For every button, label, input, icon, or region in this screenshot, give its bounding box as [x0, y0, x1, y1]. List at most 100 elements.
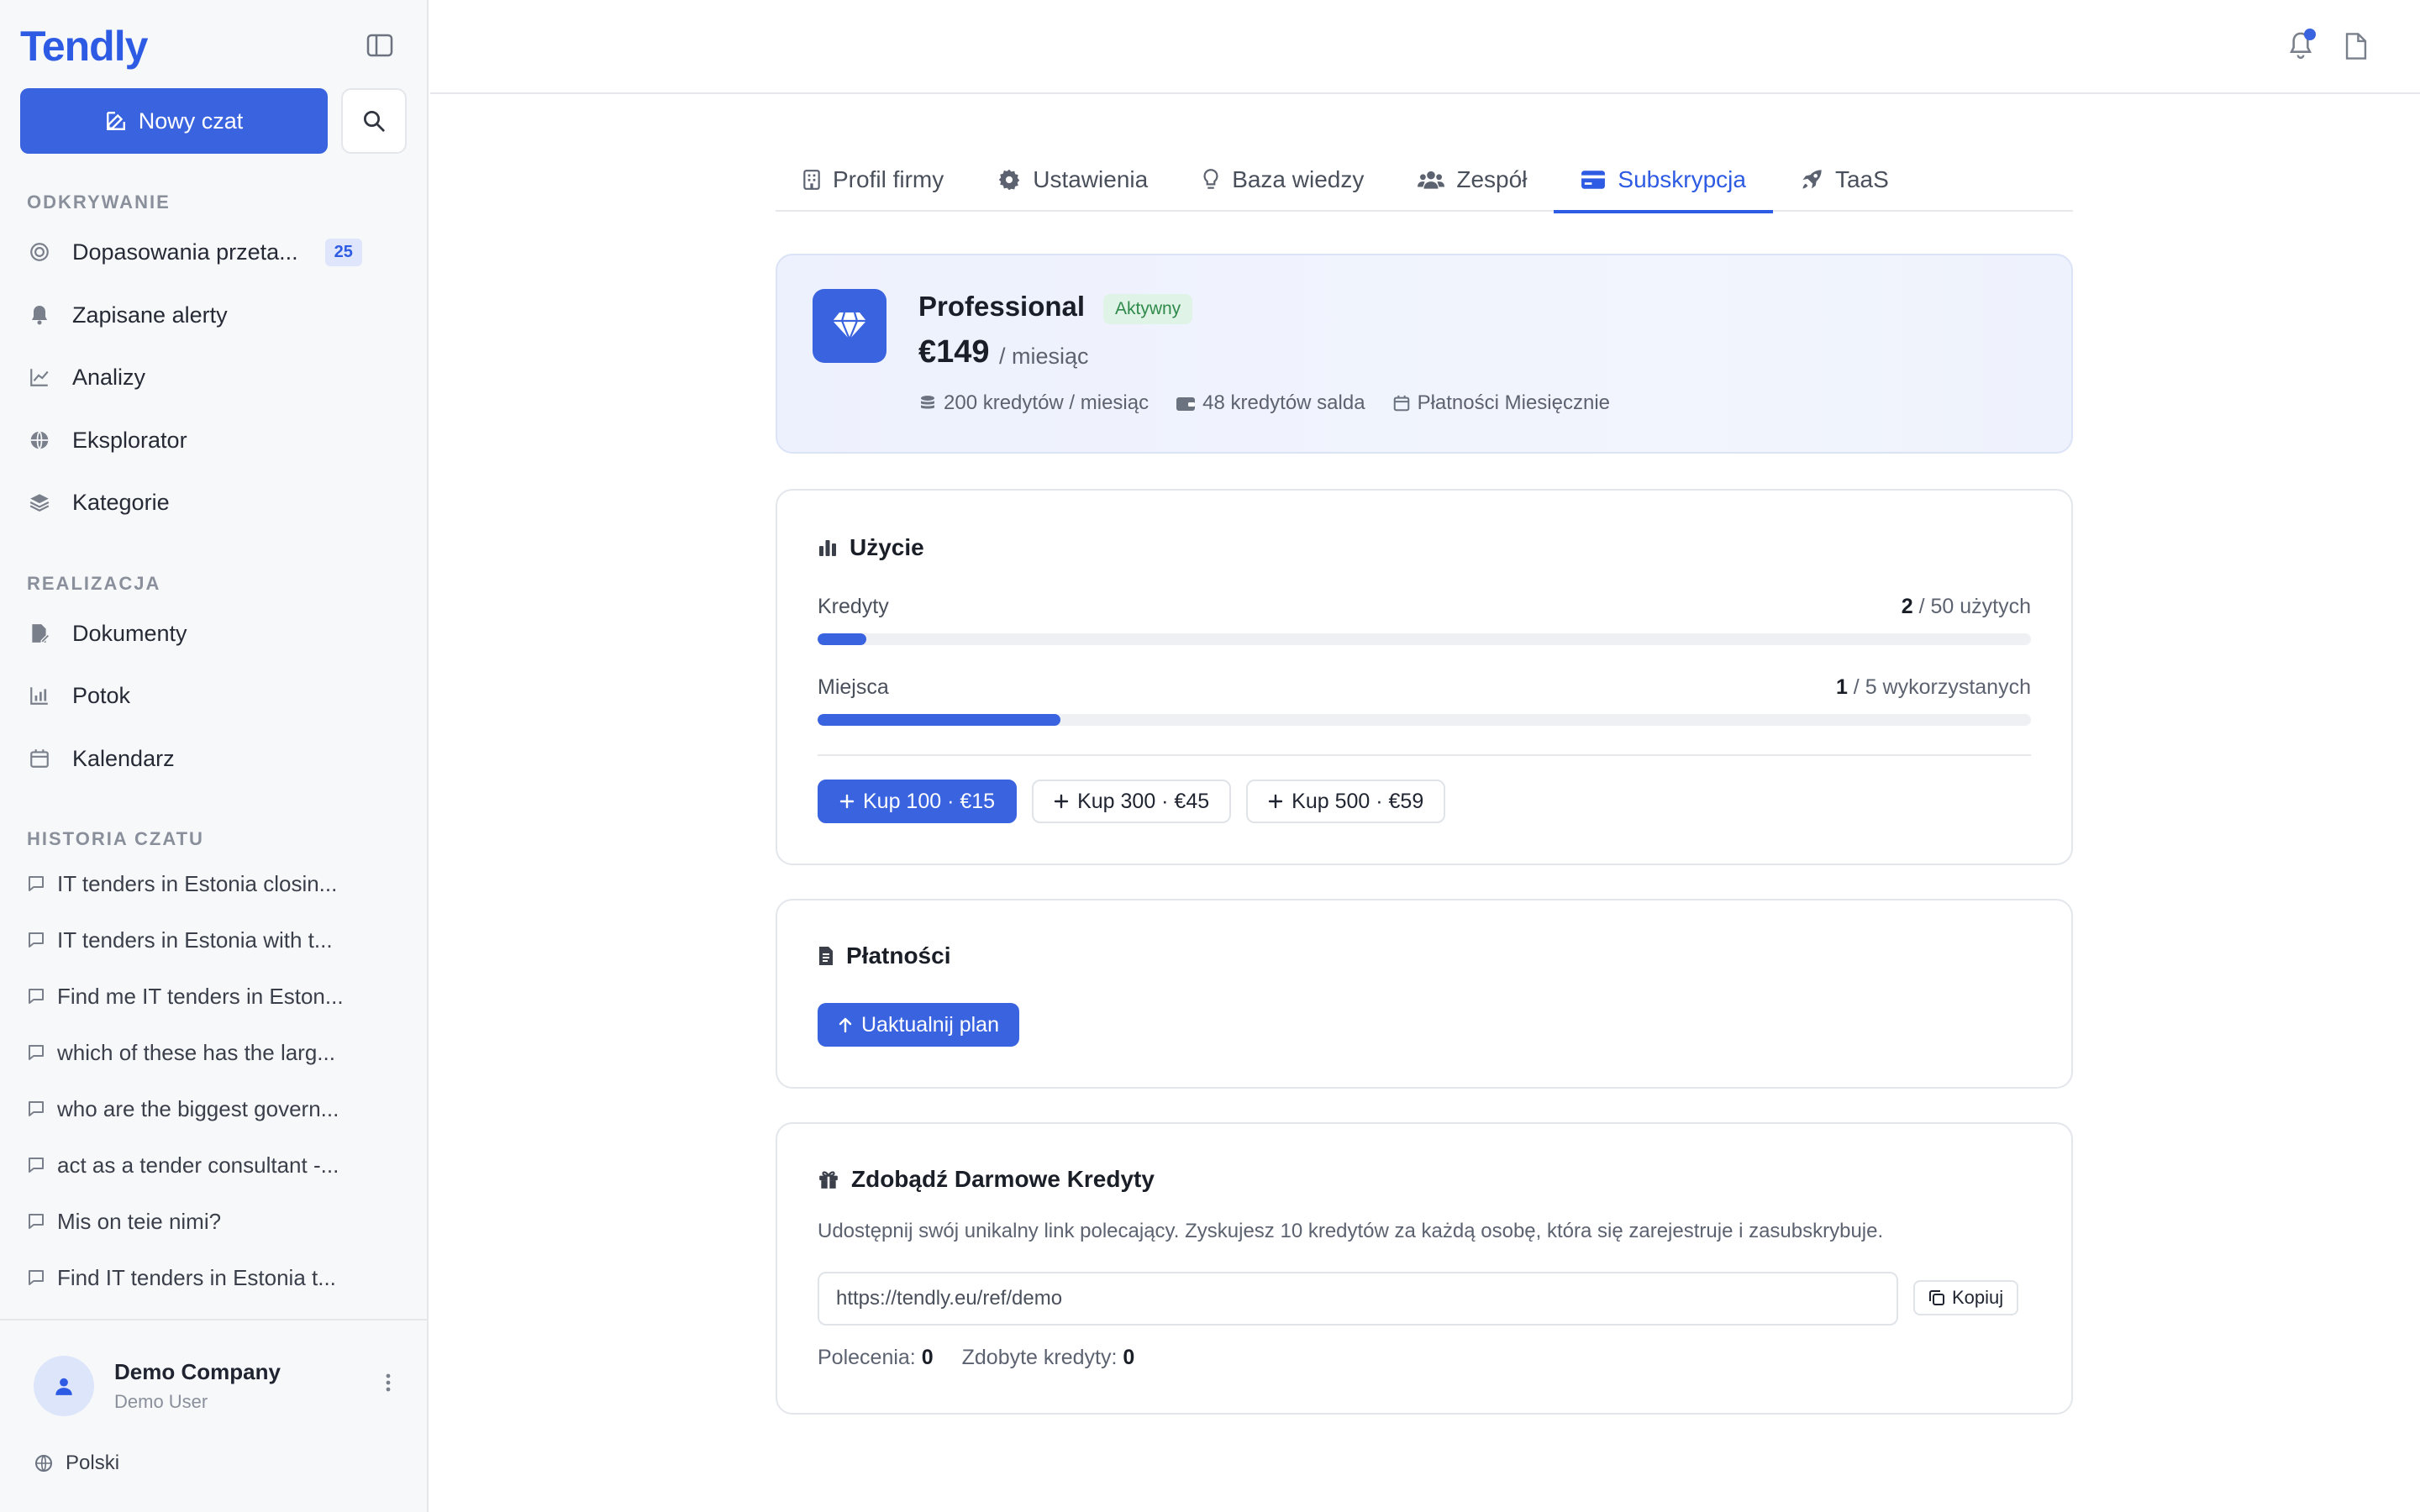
referrals-label: Polecenia: [818, 1346, 916, 1369]
message-icon [29, 989, 44, 1004]
plan-credits-per-month-label: 200 kredytów / miesiąc [944, 391, 1150, 414]
chat-history-item[interactable]: which of these has the larg... [27, 1034, 397, 1071]
upgrade-plan-label: Uaktualnij plan [861, 1012, 999, 1037]
avatar [34, 1356, 94, 1416]
topbar [430, 0, 2420, 94]
tab-subscription[interactable]: Subskrypcja [1554, 148, 1773, 213]
app-logo[interactable]: Tendly [20, 22, 148, 71]
usage-title-text: Użycie [850, 534, 924, 560]
search-button[interactable] [341, 88, 407, 154]
buy-500-button[interactable]: Kup 500 · €59 [1246, 780, 1446, 823]
copy-label: Kopiuj [1952, 1287, 2004, 1308]
chat-history-item[interactable]: Mis on teie nimi? [27, 1203, 397, 1240]
gear-icon [998, 169, 1020, 191]
chat-history-label: Mis on teie nimi? [57, 1208, 222, 1234]
credits-total: / 50 użytych [1912, 595, 2031, 618]
calendar-icon [27, 746, 52, 771]
message-icon [29, 932, 44, 948]
payments-title-text: Płatności [846, 942, 951, 969]
chat-history-label: Find IT tenders in Estonia t... [57, 1264, 336, 1290]
document-icon[interactable] [2344, 32, 2368, 60]
sidebar-item-explorer[interactable]: Eksplorator [27, 419, 397, 461]
referrals-value: 0 [921, 1346, 934, 1369]
buy-300-button[interactable]: Kup 300 · €45 [1032, 780, 1232, 823]
chat-history-item[interactable]: Find me IT tenders in Eston... [27, 978, 397, 1015]
message-icon [29, 876, 44, 891]
sidebar-item-label: Zapisane alerty [72, 302, 228, 328]
payments-card: Płatności Uaktualnij plan [776, 899, 2073, 1089]
seats-label: Miejsca [818, 675, 889, 699]
calendar-icon [1393, 395, 1409, 412]
copy-icon [1929, 1290, 1944, 1305]
file-text-icon [819, 947, 833, 965]
sidebar-item-matches[interactable]: Dopasowania przeta... 25 [27, 231, 397, 273]
building-icon [803, 170, 820, 190]
chat-history-label: IT tenders in Estonia closin... [57, 870, 338, 896]
chat-history-label: which of these has the larg... [57, 1039, 335, 1065]
tab-taas[interactable]: TaaS [1773, 148, 1916, 212]
target-icon [27, 239, 52, 265]
tab-label: Profil firmy [833, 166, 944, 192]
gift-icon [819, 1171, 838, 1189]
sidebar-item-analytics[interactable]: Analizy [27, 356, 397, 398]
tab-team[interactable]: Zespół [1391, 148, 1554, 212]
wallet-icon [1176, 397, 1196, 411]
matches-count-badge: 25 [324, 238, 362, 266]
edit-icon [106, 112, 125, 130]
chat-history-item[interactable]: who are the biggest govern... [27, 1090, 397, 1127]
chat-history-label: IT tenders in Estonia with t... [57, 927, 333, 953]
bar-chart-icon [819, 540, 836, 556]
user-icon [55, 1378, 72, 1395]
language-selector[interactable]: Polski [34, 1452, 119, 1475]
referral-stats: Polecenia: 0 Zdobyte kredyty: 0 [818, 1346, 1134, 1370]
sidebar-item-saved-alerts[interactable]: Zapisane alerty [27, 294, 397, 336]
sidebar-item-label: Kategorie [72, 489, 170, 515]
sidebar-item-calendar[interactable]: Kalendarz [27, 738, 397, 780]
sidebar-item-categories[interactable]: Kategorie [27, 481, 397, 523]
tab-label: TaaS [1834, 166, 1889, 192]
sidebar-item-label: Eksplorator [72, 427, 187, 453]
divider [818, 754, 2031, 756]
coins-icon [921, 396, 934, 409]
tab-knowledge-base[interactable]: Baza wiedzy [1175, 148, 1391, 212]
sidebar-item-label: Dokumenty [72, 620, 187, 646]
chat-history-item[interactable]: IT tenders in Estonia closin... [27, 865, 397, 902]
chat-history-label: act as a tender consultant -... [57, 1152, 339, 1178]
referral-link-input[interactable] [818, 1272, 1898, 1326]
upgrade-plan-button[interactable]: Uaktualnij plan [818, 1003, 1019, 1047]
seats-used: 1 [1835, 675, 1848, 699]
credits-label: Kredyty [818, 595, 889, 618]
plan-price-unit: / miesiąc [999, 344, 1089, 369]
current-plan-card: Professional Aktywny €149 / miesiąc 200 … [776, 254, 2073, 454]
sidebar-item-label: Dopasowania przeta... [72, 239, 298, 265]
credit-card-icon [1581, 171, 1606, 189]
sidebar-toggle-icon[interactable] [366, 34, 397, 60]
seats-progress-fill [818, 714, 1060, 726]
chat-history-label: Find me IT tenders in Eston... [57, 983, 344, 1009]
chart-line-icon [27, 365, 52, 390]
chat-history-item[interactable]: Find IT tenders in Estonia t... [27, 1259, 397, 1296]
settings-tabs: Profil firmy Ustawienia Baza wiedzy Zesp… [776, 148, 2073, 213]
tab-settings[interactable]: Ustawienia [971, 148, 1175, 212]
sidebar-item-pipeline[interactable]: Potok [27, 675, 397, 717]
seats-total: / 5 wykorzystanych [1847, 675, 2031, 699]
chat-history-item[interactable]: IT tenders in Estonia with t... [27, 921, 397, 958]
chat-history-item[interactable]: act as a tender consultant -... [27, 1147, 397, 1184]
tab-label: Zespół [1456, 166, 1528, 192]
user-profile[interactable]: Demo Company Demo User [0, 1319, 429, 1445]
sidebar-item-documents[interactable]: Dokumenty [27, 612, 397, 654]
buy-300-label: Kup 300 · €45 [1077, 789, 1210, 813]
copy-link-button[interactable]: Kopiuj [1913, 1280, 2019, 1315]
buy-100-button[interactable]: Kup 100 · €15 [818, 780, 1018, 823]
plan-name: Professional [918, 291, 1086, 322]
referral-card: Zdobądź Darmowe Kredyty Udostępnij swój … [776, 1122, 2073, 1415]
credits-progress-bar [818, 633, 2031, 645]
new-chat-button[interactable]: Nowy czat [20, 88, 328, 154]
credits-progress-fill [818, 633, 866, 645]
bar-chart-icon [27, 683, 52, 708]
earned-label: Zdobyte kredyty: [961, 1346, 1118, 1369]
tab-company-profile[interactable]: Profil firmy [776, 148, 971, 212]
more-vertical-icon[interactable] [385, 1373, 392, 1393]
plus-icon [1268, 794, 1283, 809]
user-role: Demo User [114, 1391, 208, 1412]
